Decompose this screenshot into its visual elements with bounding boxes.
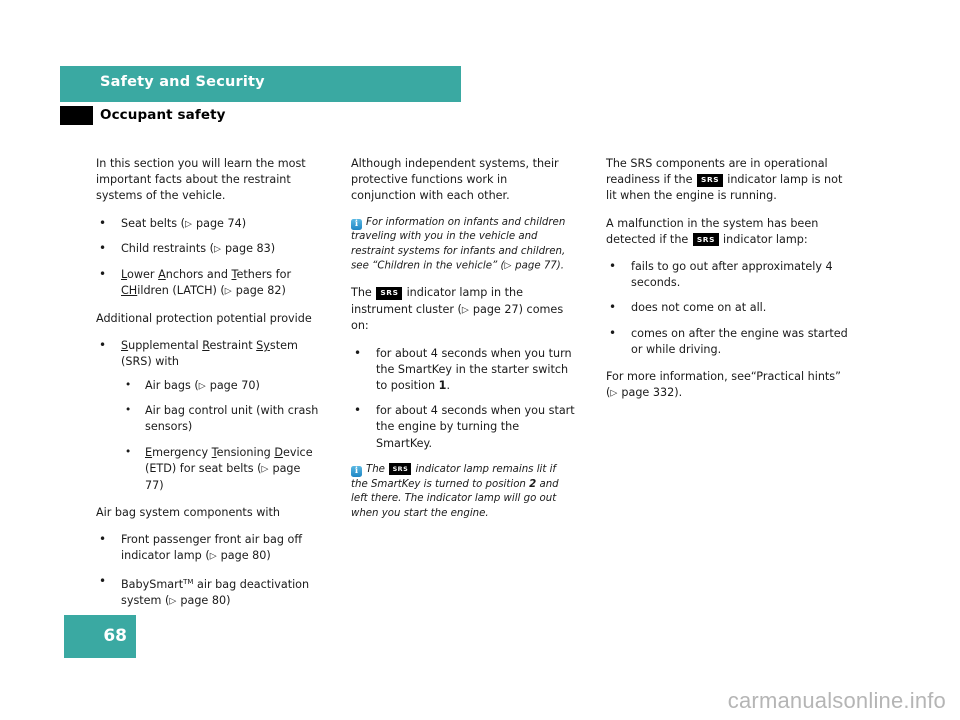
list-item: Front passenger front air bag off indica…	[96, 531, 320, 565]
paragraph-text: The	[351, 286, 376, 300]
text-column-1: In this section you will learn the most …	[96, 156, 320, 621]
malfunction-paragraph: A malfunction in the system has been det…	[606, 216, 856, 248]
more-information-paragraph: For more information, see“Practical hint…	[606, 369, 856, 402]
page-ref-icon: ▷	[504, 261, 512, 272]
bullet-text: Seat belts (	[121, 216, 186, 230]
bullet-text: BabySmart	[121, 577, 184, 591]
list-item: Air bags (▷ page 70)	[121, 377, 320, 395]
bullet-text: ower	[127, 268, 159, 282]
operational-readiness-paragraph: The SRS components are in operational re…	[606, 156, 856, 205]
bullet-text: Sy	[256, 339, 270, 353]
page-ref-label: page 27)	[472, 302, 523, 316]
note-smartkey-position: i The SRS indicator lamp remains lit if t…	[351, 462, 575, 522]
bullet-text: estraint	[209, 339, 257, 353]
list-item: Air bag control unit (with crash sensors…	[121, 402, 320, 435]
restraint-systems-list: Seat belts (▷ page 74) Child restraints …	[96, 215, 320, 300]
info-icon: i	[351, 466, 362, 477]
srs-components-list: Supplemental Restraint System (SRS) with…	[96, 337, 320, 494]
list-item: does not come on at all.	[606, 299, 856, 316]
bullet-text: ensioning	[216, 445, 275, 459]
bullet-text: ildren (LATCH) (	[137, 284, 225, 298]
list-item: fails to go out after approximately 4 se…	[606, 258, 856, 291]
srs-indicator-badge: SRS	[389, 462, 412, 476]
paragraph-text: indicator lamp:	[719, 232, 808, 246]
page-number: 68	[103, 626, 127, 646]
watermark: carmanualsonline.info	[727, 688, 946, 713]
srs-indicator-badge: SRS	[692, 233, 719, 247]
bullet-text: A	[158, 268, 166, 282]
bullet-text: mergency	[152, 445, 212, 459]
bullet-text: nchors and	[165, 268, 232, 282]
list-item: Supplemental Restraint System (SRS) with…	[96, 337, 320, 494]
page-ref-label: page 77).	[515, 260, 564, 272]
page-ref-icon: ▷	[214, 244, 222, 255]
srs-subcomponents-list: Air bags (▷ page 70) Air bag control uni…	[121, 377, 320, 494]
bullet-text: does not come on at all.	[631, 301, 767, 315]
page-ref-label: page 332).	[621, 386, 683, 400]
bullet-text: upplemental	[128, 339, 203, 353]
page-ref-icon: ▷	[261, 464, 269, 475]
bullet-text: for about 4 seconds when you start the e…	[376, 404, 575, 450]
srs-indicator-badge: SRS	[376, 286, 403, 300]
srs-indicator-badge: SRS	[697, 173, 723, 187]
chapter-header-bar: Safety and Security	[60, 66, 461, 102]
bullet-text: .	[446, 379, 451, 392]
page-ref-label: page 82)	[235, 284, 286, 298]
bullet-text: D	[274, 445, 283, 459]
page-ref-label: page 83)	[225, 242, 276, 256]
bullet-text: Air bags (	[145, 378, 199, 392]
list-item: Emergency Tensioning Device (ETD) for se…	[121, 444, 320, 494]
note-text: The	[366, 464, 389, 475]
note-children-info: i For information on infants and children…	[351, 216, 575, 275]
section-marker-block	[60, 106, 93, 125]
chapter-title: Safety and Security	[100, 74, 265, 90]
page-ref-icon: ▷	[198, 381, 207, 392]
page-ref-icon: ▷	[224, 286, 233, 297]
page-number-block: 68	[64, 615, 136, 658]
page-ref-icon: ▷	[610, 388, 618, 399]
intro-paragraph: In this section you will learn the most …	[96, 157, 306, 203]
list-item: Child restraints (▷ page 83)	[96, 240, 320, 258]
info-icon: i	[351, 218, 362, 230]
independent-systems-paragraph: Although independent systems, their prot…	[351, 157, 559, 203]
airbag-components-list: Front passenger front air bag off indica…	[96, 531, 320, 610]
bullet-text: Child restraints (	[121, 242, 215, 256]
bullet-text: comes on after the engine was started or…	[631, 326, 848, 356]
list-item: comes on after the engine was started or…	[606, 325, 856, 358]
bullet-text: for about 4 seconds when you turn the Sm…	[376, 346, 572, 392]
text-column-2: Although independent systems, their prot…	[351, 156, 575, 532]
bullet-text: fails to go out after approximately 4 se…	[631, 260, 833, 290]
list-item: Seat belts (▷ page 74)	[96, 215, 320, 233]
page-ref-label: page 80)	[220, 549, 271, 563]
page-ref-label: page 74)	[196, 216, 247, 230]
list-item: Lower Anchors and Tethers for CHildren (…	[96, 266, 320, 300]
bullet-text: ethers for	[236, 268, 292, 282]
list-item: BabySmartTM air bag deactivation system …	[96, 573, 320, 610]
page-ref-icon: ▷	[209, 551, 218, 562]
page-ref-label: page 80)	[180, 594, 231, 608]
bullet-text: Air bag control unit (with crash sensors…	[145, 404, 319, 434]
page-ref-label: page 70)	[209, 378, 260, 392]
lamp-comes-on-list: for about 4 seconds when you turn the Sm…	[351, 345, 575, 452]
airbag-components-paragraph: Air bag system components with	[96, 505, 280, 519]
section-title: Occupant safety	[100, 107, 226, 123]
text-column-3: The SRS components are in operational re…	[606, 156, 856, 413]
srs-lamp-paragraph: The SRS indicator lamp in the instrument…	[351, 285, 575, 334]
trademark-mark: TM	[183, 577, 194, 586]
additional-protection-paragraph: Additional protection potential provide	[96, 311, 312, 325]
page-ref-icon: ▷	[169, 596, 177, 607]
page-ref-icon: ▷	[461, 305, 470, 316]
list-item: for about 4 seconds when you start the e…	[351, 402, 575, 452]
malfunction-symptoms-list: fails to go out after approximately 4 se…	[606, 258, 856, 358]
list-item: for about 4 seconds when you turn the Sm…	[351, 345, 575, 395]
bullet-text: CH	[121, 284, 138, 298]
page-ref-icon: ▷	[185, 219, 193, 230]
